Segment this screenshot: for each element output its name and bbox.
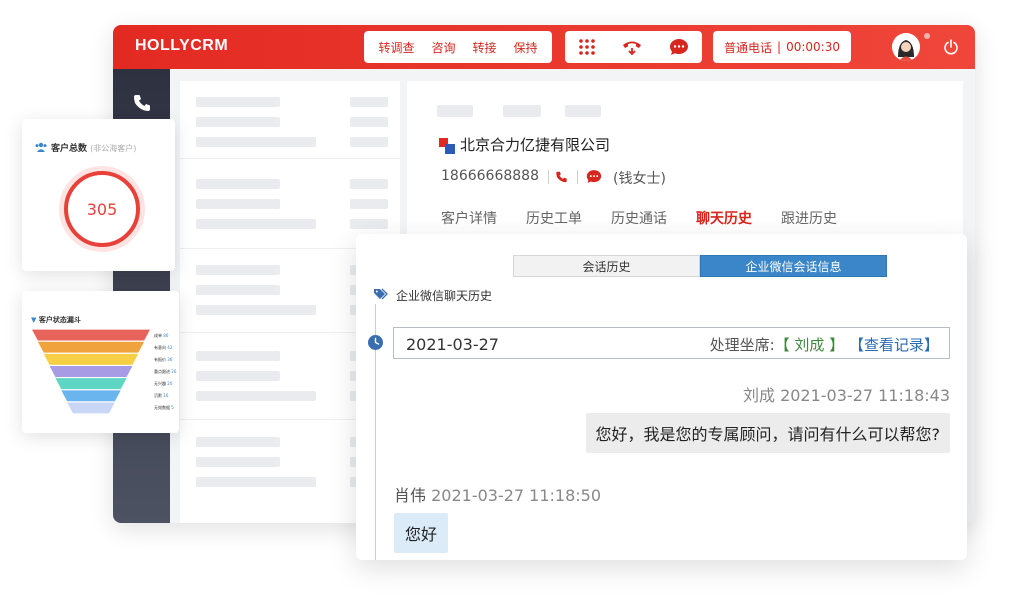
funnel-stage-name: 无效数据 <box>154 405 172 411</box>
funnel-stage-label: 有意向 42 <box>154 345 172 350</box>
funnel-stage-name: 重点跟进 <box>154 369 172 374</box>
user-avatar[interactable] <box>892 33 920 61</box>
funnel-stage <box>67 402 115 414</box>
status-separator: | <box>777 40 782 54</box>
call-status: 普通电话 | 00:00:30 <box>713 31 851 63</box>
funnel-stage-label: 沉默 16 <box>154 393 168 398</box>
total-ring: 305 <box>59 166 145 252</box>
customer-phone: 18666668888 <box>441 168 539 184</box>
segment-wecom-session[interactable]: 企业微信会话信息 <box>700 255 887 277</box>
funnel-stage-value: 42 <box>167 344 173 350</box>
call-actions-group: 转调查 咨询 转接 保持 <box>364 31 552 63</box>
chat-segment-switch: 会话历史 企业微信会话信息 <box>513 255 887 277</box>
call-timer: 00:00:30 <box>786 40 840 54</box>
message-time: 2021-03-27 11:18:43 <box>780 386 950 405</box>
total-customers-widget: 客户总数 (非公海客户) 305 <box>22 119 175 271</box>
total-subtitle: (非公海客户) <box>90 144 137 153</box>
customer-funnel-widget: ▼ 客户状态漏斗 成单 86 有意向 42 有报价 36 重点跟进 26 无兴趣 20 沉… <box>22 291 179 433</box>
funnel-stage <box>61 390 121 402</box>
funnel-stage-name: 无兴趣 <box>154 381 168 387</box>
funnel-stage-label: 有报价 36 <box>154 357 172 362</box>
view-record-link[interactable]: 【查看记录】 <box>849 336 939 354</box>
funnel-title: 客户状态漏斗 <box>38 316 81 324</box>
message-sender: 刘成 <box>742 386 775 405</box>
tab-customer-details[interactable]: 客户详情 <box>441 208 497 228</box>
widget-title: 客户总数 (非公海客户) <box>51 141 136 154</box>
funnel-stage <box>43 353 139 365</box>
transfer-button[interactable]: 转接 <box>472 39 496 56</box>
hangup-icon[interactable] <box>621 38 643 56</box>
company-name: 北京合力亿捷有限公司 <box>460 136 611 154</box>
call-customer-icon[interactable] <box>555 170 568 184</box>
message-meta-agent: 刘成 2021-03-27 11:18:43 <box>743 382 950 406</box>
dialpad-icon[interactable] <box>578 38 596 56</box>
chat-history-panel: 会话历史 企业微信会话信息 企业微信聊天历史 2021-03-27 处理坐席:【… <box>356 234 967 560</box>
funnel-icon: ▼ <box>31 316 37 324</box>
funnel-stage-label: 无效数据 5 <box>154 405 174 410</box>
tab-followup-history[interactable]: 跟进历史 <box>781 208 837 228</box>
funnel-stage-value: 20 <box>167 381 173 387</box>
session-date: 2021-03-27 <box>406 335 499 354</box>
funnel-stage-value: 16 <box>163 393 169 399</box>
widget-title: ▼ 客户状态漏斗 <box>31 315 81 325</box>
funnel-stage <box>55 378 127 390</box>
message-bubble-customer: 您好 <box>394 513 449 553</box>
tab-chat-history[interactable]: 聊天历史 <box>696 208 752 228</box>
users-icon <box>35 142 47 152</box>
message-meta-customer: 肖伟 2021-03-27 11:18:50 <box>394 482 601 506</box>
segment-session-history[interactable]: 会话历史 <box>513 255 700 277</box>
funnel-stage-value: 5 <box>171 405 174 411</box>
funnel-stage-name: 有报价 <box>154 356 168 362</box>
power-icon[interactable] <box>943 39 959 55</box>
customer-contact: (钱女士) <box>613 171 666 187</box>
funnel-stage-name: 成单 <box>154 332 164 338</box>
handler-name: 【 刘成 】 <box>774 336 845 354</box>
funnel-stage <box>32 329 150 341</box>
message-bubble-agent: 您好，我是您的专属顾问，请问有什么可以帮您? <box>585 413 950 453</box>
call-type: 普通电话 <box>724 40 773 55</box>
consult-button[interactable]: 咨询 <box>431 39 455 56</box>
customer-detail: 北京合力亿捷有限公司 18666668888 (钱女士) 客户详情 历史工单 历… <box>407 81 963 241</box>
hold-button[interactable]: 保持 <box>513 39 537 56</box>
funnel-stage-name: 沉默 <box>154 393 164 399</box>
session-date-row: 2021-03-27 处理坐席:【 刘成 】 【查看记录】 <box>393 327 950 359</box>
clock-icon <box>368 335 383 350</box>
handler-label: 处理坐席: <box>709 336 775 354</box>
chat-icon[interactable] <box>669 38 689 56</box>
funnel-stage-label: 无兴趣 20 <box>154 381 172 386</box>
funnel-stage-value: 26 <box>171 369 177 374</box>
message-sender: 肖伟 <box>394 486 427 505</box>
handler-info: 处理坐席:【 刘成 】 【查看记录】 <box>710 334 939 355</box>
top-bar: HOLLYCRM 转调查 咨询 转接 保持 普通电话 | 00:00:30 <box>113 25 975 69</box>
tag-icon <box>374 288 388 300</box>
funnel-stage-value: 86 <box>163 332 169 338</box>
funnel-stage <box>37 341 145 353</box>
funnel-chart <box>32 329 150 414</box>
company-logo-icon <box>439 138 455 154</box>
funnel-stage <box>49 366 133 377</box>
phone-nav-icon[interactable] <box>132 93 152 113</box>
transfer-survey-button[interactable]: 转调查 <box>378 39 414 56</box>
total-title: 客户总数 <box>51 144 88 154</box>
tab-call-history[interactable]: 历史通话 <box>611 208 667 228</box>
message-time: 2021-03-27 11:18:50 <box>431 486 602 505</box>
detail-tabs: 客户详情 历史工单 历史通话 聊天历史 跟进历史 <box>441 208 866 228</box>
brand-logo: HOLLYCRM <box>135 37 229 54</box>
call-controls-group <box>565 31 702 63</box>
section-title: 企业微信聊天历史 <box>396 289 493 303</box>
total-value: 305 <box>86 199 118 219</box>
funnel-stage-name: 有意向 <box>154 344 168 350</box>
funnel-stage-label: 成单 86 <box>154 333 168 338</box>
presence-dot <box>924 33 930 39</box>
tab-history-tickets[interactable]: 历史工单 <box>526 208 582 228</box>
funnel-stage-label: 重点跟进 26 <box>154 369 176 374</box>
funnel-stage-value: 36 <box>167 356 173 362</box>
message-customer-icon[interactable] <box>586 169 602 184</box>
